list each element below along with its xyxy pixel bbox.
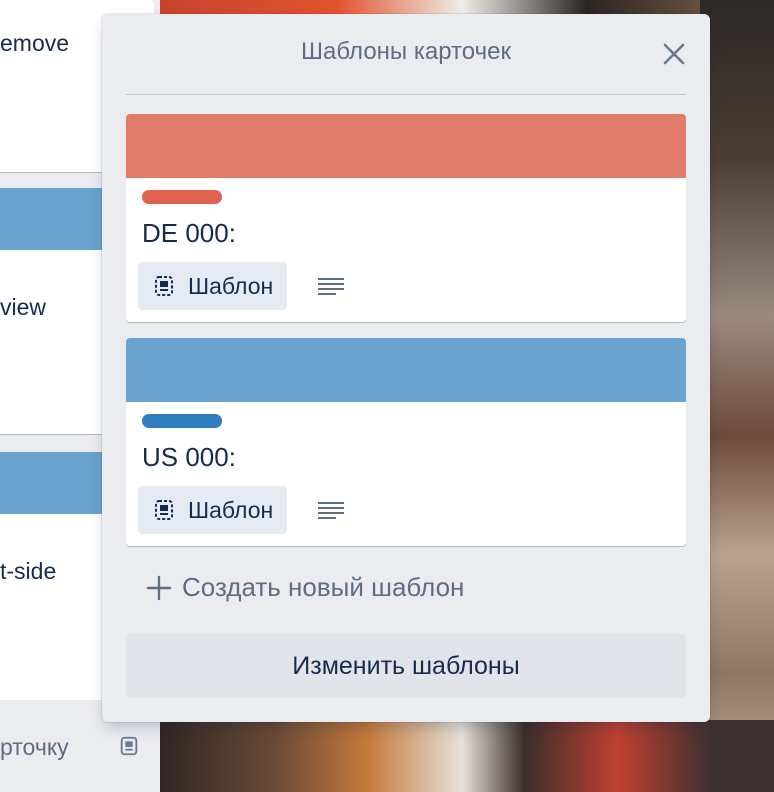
create-new-template-label: Создать новый шаблон [182, 572, 465, 602]
template-card-cover [126, 114, 686, 178]
description-icon [318, 278, 344, 295]
card-label [142, 190, 222, 204]
card-label [142, 414, 222, 428]
template-card-icon[interactable] [118, 735, 140, 757]
description-icon [318, 502, 344, 519]
add-card-label[interactable]: рточку [0, 734, 69, 761]
popover-title: Шаблоны карточек [301, 38, 511, 65]
template-card[interactable]: US 000: Шаблон [126, 338, 686, 546]
plus-icon [146, 575, 172, 600]
template-card-title: DE 000: [142, 218, 236, 248]
template-badge-label: Шаблон [188, 272, 274, 299]
create-new-template-button[interactable]: Создать новый шаблон [146, 572, 464, 603]
template-card-title: US 000: [142, 442, 236, 472]
template-card-cover [126, 338, 686, 402]
card-templates-popover: Шаблоны карточек DE 000: Шаблон US 000: [102, 14, 710, 722]
edit-templates-button[interactable]: Изменить шаблоны [126, 634, 686, 698]
board-background-photo [150, 720, 774, 792]
template-card-icon [155, 500, 173, 520]
template-badge-label: Шаблон [188, 496, 274, 523]
template-card-icon [155, 276, 173, 296]
popover-divider [126, 94, 686, 95]
template-badge: Шаблон [138, 486, 288, 534]
template-badge: Шаблон [138, 262, 288, 310]
close-icon[interactable] [660, 40, 688, 68]
board-background-photo [700, 0, 774, 792]
template-card[interactable]: DE 000: Шаблон [126, 114, 686, 322]
